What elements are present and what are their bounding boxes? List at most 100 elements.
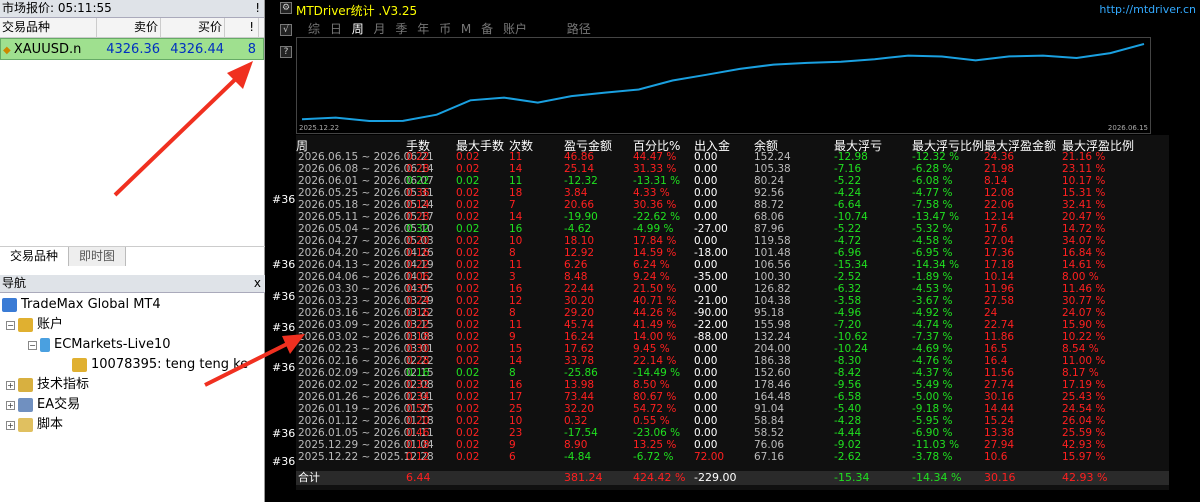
col-bid[interactable]: 卖价 xyxy=(97,18,161,37)
tab-period[interactable]: 综 xyxy=(308,22,320,36)
tab-period[interactable]: M xyxy=(461,22,471,36)
weekly-stats-table: 周手数 最大手数 次数 盈亏金额 百分比% 出入金 余额 最大浮亏 最大浮亏比例 最大浮盈金额 最大… xyxy=(296,135,1169,490)
table-cell: 14.44 xyxy=(984,403,1015,415)
tab-period[interactable]: 账户 xyxy=(503,22,527,36)
table-cell: -25.86 xyxy=(564,367,598,379)
annotation-arrow xyxy=(113,61,253,197)
table-cell: 0.22 xyxy=(406,151,430,163)
help-icon[interactable]: ? xyxy=(280,46,292,58)
table-cell: -8.30 xyxy=(834,355,862,367)
col-symbol[interactable]: 交易品种 xyxy=(0,18,97,37)
table-cell: 0.00 xyxy=(694,343,718,355)
table-cell: 11 xyxy=(509,151,523,163)
path-button[interactable]: 路径 xyxy=(567,22,591,36)
table-cell: 13.98 xyxy=(564,379,595,391)
expand-icon[interactable]: + xyxy=(6,420,15,430)
tab-period[interactable]: 年 xyxy=(417,22,429,36)
table-cell: 10 xyxy=(509,415,523,427)
table-row: 2025.12.22 ~ 2025.12.28 0.12 0.02 6 -4.84 -6.… xyxy=(296,452,1169,463)
table-cell: 14.00 % xyxy=(633,331,677,343)
table-cell: -10.74 xyxy=(834,211,868,223)
tree-item-experts[interactable]: + EA交易 xyxy=(0,395,265,415)
tab-period[interactable]: 季 xyxy=(395,22,407,36)
tab-period[interactable]: 日 xyxy=(330,22,342,36)
table-cell: 58.52 xyxy=(754,427,785,439)
table-cell: 15.31 % xyxy=(1062,187,1106,199)
table-row: 2025.12.29 ~ 2026.01.04 0.18 0.02 9 8.90 13.2… xyxy=(296,440,1169,451)
tree-label: 10078395: teng teng ke xyxy=(91,357,249,372)
table-row: 2026.06.15 ~ 2026.06.21 0.22 0.02 11 46.86 44… xyxy=(296,152,1169,163)
table-cell: 0.18 xyxy=(406,331,430,343)
col-ask[interactable]: 买价 xyxy=(161,18,225,37)
tree-item-account[interactable]: 10078395: teng teng ke xyxy=(0,355,265,375)
table-cell: 0.02 xyxy=(456,247,480,259)
table-cell: 0.02 xyxy=(456,343,480,355)
tree-label: 账户 xyxy=(37,317,64,332)
table-cell: -5.32 % xyxy=(912,223,953,235)
market-watch-header: 交易品种 卖价 买价 ! xyxy=(0,18,264,38)
site-link[interactable]: http://mtdriver.cn xyxy=(1099,3,1196,16)
collapse-icon[interactable]: − xyxy=(6,320,15,330)
table-cell: -18.00 xyxy=(694,247,728,259)
table-cell: -6.08 % xyxy=(912,175,953,187)
stats-panel: #36 #36 #36 #36 #36 #36 #36 ⚙ √ ? MTDriv… xyxy=(266,0,1200,502)
table-cell: -5.00 % xyxy=(912,391,953,403)
table-row: 2026.02.02 ~ 2026.02.08 0.32 0.02 16 13.98 8.… xyxy=(296,380,1169,391)
close-icon[interactable]: ! xyxy=(255,0,260,17)
table-cell: 0.00 xyxy=(694,403,718,415)
table-row: 2026.04.13 ~ 2026.04.19 0.22 0.02 11 6.26 6.2… xyxy=(296,260,1169,271)
table-cell: 178.46 xyxy=(754,379,791,391)
table-cell: 0.18 xyxy=(406,439,430,451)
col-spread[interactable]: ! xyxy=(225,18,259,37)
bid-value: 4326.36 xyxy=(106,42,160,57)
total-cell: -229.00 xyxy=(694,471,737,484)
table-row: 2026.02.09 ~ 2026.02.15 0.16 0.02 8 -25.86 -1… xyxy=(296,368,1169,379)
table-cell: 0.16 xyxy=(406,367,430,379)
table-cell: -4.44 xyxy=(834,427,862,439)
chart-mark: #36 xyxy=(272,258,296,271)
tree-item-broker[interactable]: TradeMax Global MT4 xyxy=(0,295,265,315)
table-cell: 9 xyxy=(509,331,516,343)
total-cell: 合计 xyxy=(298,471,320,484)
tree-item-accounts[interactable]: − 账户 xyxy=(0,315,265,335)
settings-icon[interactable]: ⚙ xyxy=(280,2,292,14)
close-icon[interactable]: x xyxy=(254,275,261,292)
table-cell: 30.36 % xyxy=(633,199,677,211)
tree-item-indicators[interactable]: + 技术指标 xyxy=(0,375,265,395)
table-cell: 58.84 xyxy=(754,415,785,427)
table-cell: 105.38 xyxy=(754,163,791,175)
tree-item-scripts[interactable]: + 脚本 xyxy=(0,415,265,435)
tab-period[interactable]: 月 xyxy=(374,22,386,36)
table-row: 2026.02.23 ~ 2026.03.01 0.30 0.02 15 17.62 9.… xyxy=(296,344,1169,355)
tab-period-active[interactable]: 周 xyxy=(352,22,364,36)
table-cell: 26.04 % xyxy=(1062,415,1106,427)
table-cell: 0.22 xyxy=(406,259,430,271)
tab-period[interactable]: 币 xyxy=(439,22,451,36)
tab-period[interactable]: 备 xyxy=(481,22,493,36)
tab-symbols[interactable]: 交易品种 xyxy=(0,247,70,266)
symbol-row[interactable]: ◆ XAUUSD.n 4326.36 4326.44 8 xyxy=(0,38,264,60)
expand-icon[interactable]: + xyxy=(6,380,15,390)
collapse-icon[interactable]: − xyxy=(28,340,37,350)
table-cell: -4.28 xyxy=(834,415,862,427)
table-cell: -3.67 % xyxy=(912,295,953,307)
table-cell: 0.02 xyxy=(456,307,480,319)
table-cell: -6.58 xyxy=(834,391,862,403)
terminal-icon xyxy=(2,298,17,312)
expand-icon[interactable]: + xyxy=(6,400,15,410)
tree-item-server[interactable]: − ECMarkets-Live10 xyxy=(0,335,265,355)
check-icon[interactable]: √ xyxy=(280,24,292,36)
table-cell: 9 xyxy=(509,439,516,451)
table-cell: 18.10 xyxy=(564,235,595,247)
table-cell: -13.47 % xyxy=(912,211,960,223)
table-cell: 30.16 xyxy=(984,391,1015,403)
table-cell: 11.56 xyxy=(984,367,1015,379)
total-cell: 6.44 xyxy=(406,471,431,484)
table-cell: 8.00 % xyxy=(1062,271,1099,283)
table-cell: 24.07 % xyxy=(1062,307,1106,319)
table-cell: 0.02 xyxy=(456,283,480,295)
diamond-icon: ◆ xyxy=(3,45,14,56)
market-watch-titlebar: 市场报价: 05:11:55 ! xyxy=(0,0,264,18)
table-cell: 15.97 % xyxy=(1062,451,1106,463)
tab-tick-chart[interactable]: 即时图 xyxy=(69,247,127,266)
